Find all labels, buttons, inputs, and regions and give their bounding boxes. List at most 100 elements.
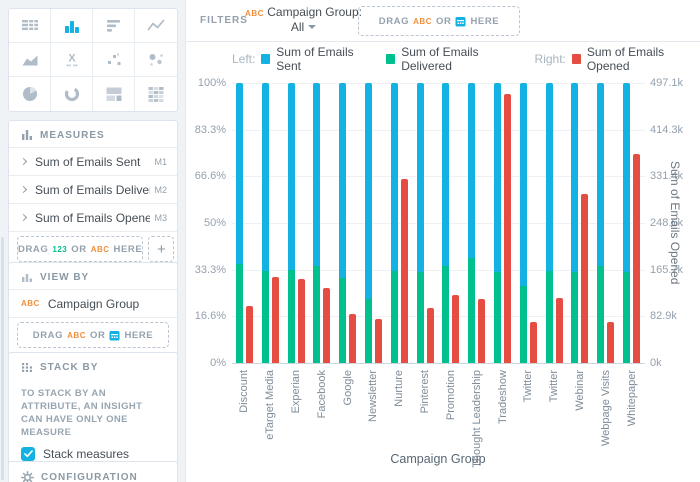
bar-emails-sent[interactable] xyxy=(571,83,578,272)
bar-emails-opened[interactable] xyxy=(401,179,408,363)
bar-emails-delivered[interactable] xyxy=(236,264,243,363)
measure-item-emails-opened[interactable]: Sum of Emails Opened M3 xyxy=(9,203,177,231)
gear-icon xyxy=(21,471,34,482)
bar-emails-delivered[interactable] xyxy=(288,270,295,363)
bar-emails-delivered[interactable] xyxy=(623,272,630,363)
legend-swatch xyxy=(572,54,581,64)
bar-emails-opened[interactable] xyxy=(478,299,485,363)
chevron-right-icon[interactable] xyxy=(20,186,27,193)
bar-emails-delivered[interactable] xyxy=(365,299,372,363)
attribute-label: Campaign Group xyxy=(48,297,167,311)
bar-emails-opened[interactable] xyxy=(246,306,253,363)
heatmap-icon xyxy=(147,85,165,103)
view-by-icon xyxy=(21,271,33,283)
viz-column-chart-button-selected[interactable] xyxy=(51,9,93,43)
right-axis-title: Sum of Emails Opened xyxy=(666,83,684,363)
dropzone-text: OR xyxy=(90,330,105,341)
bar-emails-delivered[interactable] xyxy=(339,278,346,363)
bar-emails-opened[interactable] xyxy=(427,308,434,363)
viz-bubble-chart-button[interactable] xyxy=(135,43,177,77)
visualization-type-picker: X xyxy=(8,8,178,112)
bar-emails-opened[interactable] xyxy=(581,194,588,363)
measure-item-emails-delivered[interactable]: Sum of Emails Delivered M2 xyxy=(9,175,177,203)
legend-item[interactable]: Sum of Emails Delivered xyxy=(386,45,518,73)
bar-emails-delivered[interactable] xyxy=(468,258,475,363)
viz-heatmap-button[interactable] xyxy=(135,77,177,111)
bar-emails-sent[interactable] xyxy=(236,83,243,264)
bar-emails-sent[interactable] xyxy=(365,83,372,299)
measure-item-emails-sent[interactable]: Sum of Emails Sent M1 xyxy=(9,147,177,175)
legend-item[interactable]: Sum of Emails Opened xyxy=(572,45,697,73)
viz-donut-chart-button[interactable] xyxy=(51,77,93,111)
bar-emails-delivered[interactable] xyxy=(494,272,501,363)
bar-emails-opened[interactable] xyxy=(349,314,356,363)
configuration-panel: CONFIGURATION xyxy=(8,461,178,482)
chevron-right-icon[interactable] xyxy=(20,214,27,221)
category-label: Experian xyxy=(290,370,303,482)
view-by-title: VIEW BY xyxy=(40,272,89,283)
viz-table-button[interactable] xyxy=(9,9,51,43)
measure-badge: M1 xyxy=(154,157,167,167)
left-axis-tick-label: 100% xyxy=(180,77,226,89)
bar-emails-delivered[interactable] xyxy=(546,271,553,363)
bar-emails-sent[interactable] xyxy=(288,83,295,270)
bar-emails-opened[interactable] xyxy=(272,277,279,363)
measures-icon xyxy=(21,129,33,141)
bar-emails-sent[interactable] xyxy=(339,83,346,278)
viz-line-chart-button[interactable] xyxy=(135,9,177,43)
bar-emails-sent[interactable] xyxy=(623,83,630,272)
bar-emails-delivered[interactable] xyxy=(262,271,269,363)
bar-emails-delivered[interactable] xyxy=(520,286,527,363)
bar-emails-sent[interactable] xyxy=(494,83,501,272)
viz-pie-chart-button[interactable] xyxy=(9,77,51,111)
viz-bar-chart-button[interactable] xyxy=(93,9,135,43)
bar-emails-opened[interactable] xyxy=(452,295,459,363)
bar-emails-sent[interactable] xyxy=(391,83,398,271)
bar-emails-opened[interactable] xyxy=(607,322,614,363)
bar-emails-sent[interactable] xyxy=(468,83,475,258)
bubble-chart-icon xyxy=(147,51,165,69)
calendar-icon xyxy=(109,330,120,341)
sidebar: X MEASURES xyxy=(0,0,186,482)
bar-emails-sent[interactable] xyxy=(262,83,269,271)
bar-emails-delivered[interactable] xyxy=(571,272,578,363)
bar-emails-sent[interactable] xyxy=(442,83,449,266)
legend-item[interactable]: Sum of Emails Sent xyxy=(261,45,370,73)
view-by-dropzone[interactable]: DRAG ABC OR HERE xyxy=(17,322,169,348)
add-measure-button[interactable]: + xyxy=(148,236,174,262)
bar-emails-opened[interactable] xyxy=(298,279,305,363)
attribute-tag: ABC xyxy=(413,17,432,26)
bar-emails-delivered[interactable] xyxy=(597,266,604,363)
viz-treemap-button[interactable] xyxy=(93,77,135,111)
dropzone-text: DRAG xyxy=(18,244,48,255)
legend-label: Sum of Emails Delivered xyxy=(401,45,518,73)
viz-scatter-plot-button[interactable] xyxy=(93,43,135,77)
campaign-group-filter-dropdown[interactable]: ABC Campaign Group: All xyxy=(241,5,366,34)
filter-dropzone[interactable]: DRAG ABC OR HERE xyxy=(358,6,520,36)
bar-emails-sent[interactable] xyxy=(313,83,320,266)
scatter-plot-icon xyxy=(105,51,123,69)
viz-headline-button[interactable]: X xyxy=(51,43,93,77)
measures-dropzone[interactable]: DRAG 123 OR ABC HERE xyxy=(17,236,143,262)
bar-emails-sent[interactable] xyxy=(546,83,553,271)
viz-area-chart-button[interactable] xyxy=(9,43,51,77)
bar-emails-sent[interactable] xyxy=(597,83,604,266)
bar-emails-opened[interactable] xyxy=(504,94,511,363)
view-by-item-campaign-group[interactable]: ABC Campaign Group xyxy=(9,289,177,317)
bar-emails-delivered[interactable] xyxy=(313,266,320,363)
chevron-right-icon[interactable] xyxy=(20,158,27,165)
sidebar-scrollbar[interactable] xyxy=(1,237,4,480)
bar-emails-opened[interactable] xyxy=(556,298,563,363)
bar-emails-delivered[interactable] xyxy=(417,272,424,363)
bar-emails-sent[interactable] xyxy=(520,83,527,286)
bar-emails-opened[interactable] xyxy=(633,154,640,363)
bar-emails-opened[interactable] xyxy=(530,322,537,363)
checkbox-checked-icon[interactable] xyxy=(21,447,35,461)
bar-emails-delivered[interactable] xyxy=(391,271,398,363)
bar-emails-sent[interactable] xyxy=(417,83,424,272)
category-label: Whitepaper xyxy=(626,370,639,482)
bar-emails-opened[interactable] xyxy=(323,288,330,363)
bar-emails-delivered[interactable] xyxy=(442,266,449,363)
bar-emails-opened[interactable] xyxy=(375,319,382,363)
left-axis-tick-label: 83.3% xyxy=(180,124,226,136)
